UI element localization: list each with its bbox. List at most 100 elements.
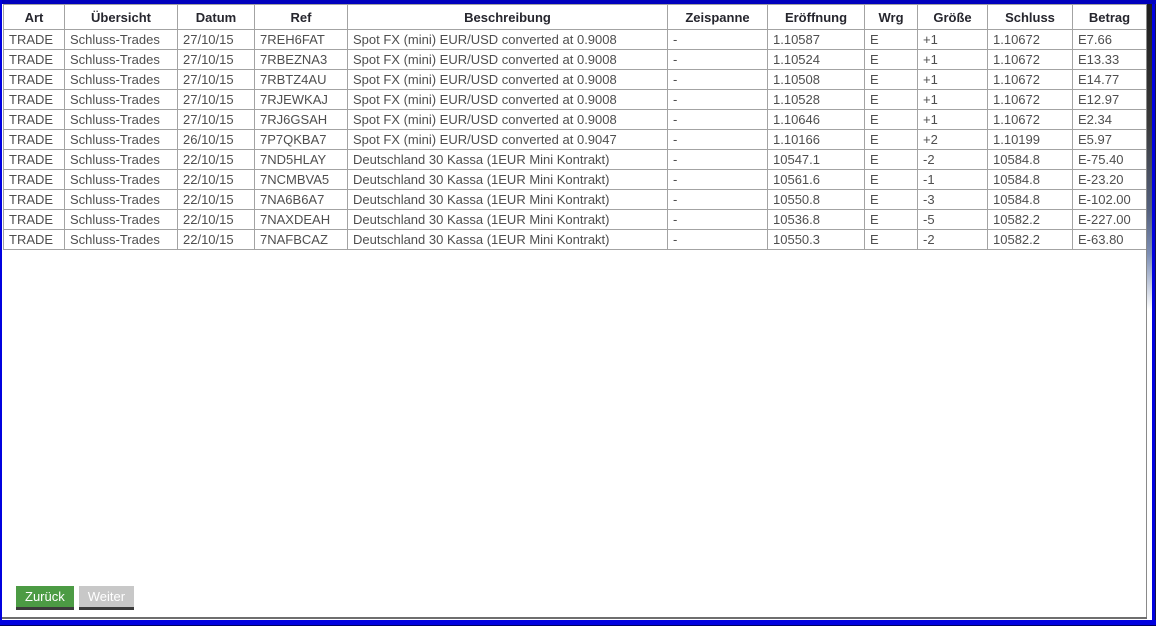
cell-zeispanne: - <box>668 110 768 130</box>
column-header-zeispanne: Zeispanne <box>668 5 768 30</box>
cell-wrg: E <box>865 30 918 50</box>
cell-beschreibung: Spot FX (mini) EUR/USD converted at 0.90… <box>348 50 668 70</box>
cell-art: TRADE <box>4 210 65 230</box>
cell-schluss: 1.10199 <box>988 130 1073 150</box>
cell-eroeffnung: 1.10587 <box>768 30 865 50</box>
table-row: TRADESchluss-Trades22/10/157ND5HLAYDeuts… <box>4 150 1147 170</box>
cell-schluss: 10582.2 <box>988 210 1073 230</box>
cell-eroeffnung: 1.10508 <box>768 70 865 90</box>
cell-betrag: E2.34 <box>1073 110 1147 130</box>
cell-eroeffnung: 1.10524 <box>768 50 865 70</box>
cell-zeispanne: - <box>668 210 768 230</box>
cell-datum: 26/10/15 <box>178 130 255 150</box>
cell-uebersicht: Schluss-Trades <box>65 70 178 90</box>
column-header-betrag: Betrag <box>1073 5 1147 30</box>
cell-wrg: E <box>865 70 918 90</box>
cell-zeispanne: - <box>668 50 768 70</box>
cell-betrag: E7.66 <box>1073 30 1147 50</box>
column-header-art: Art <box>4 5 65 30</box>
cell-uebersicht: Schluss-Trades <box>65 130 178 150</box>
cell-wrg: E <box>865 210 918 230</box>
cell-zeispanne: - <box>668 170 768 190</box>
content-bottom-border <box>2 617 1147 619</box>
column-header-groesse: Größe <box>918 5 988 30</box>
cell-uebersicht: Schluss-Trades <box>65 50 178 70</box>
table-row: TRADESchluss-Trades26/10/157P7QKBA7Spot … <box>4 130 1147 150</box>
cell-groesse: -1 <box>918 170 988 190</box>
cell-schluss: 1.10672 <box>988 110 1073 130</box>
cell-datum: 22/10/15 <box>178 170 255 190</box>
cell-zeispanne: - <box>668 130 768 150</box>
cell-schluss: 10584.8 <box>988 150 1073 170</box>
window-frame-top <box>0 0 1156 4</box>
cell-datum: 22/10/15 <box>178 210 255 230</box>
cell-datum: 22/10/15 <box>178 190 255 210</box>
cell-wrg: E <box>865 150 918 170</box>
cell-betrag: E5.97 <box>1073 130 1147 150</box>
cell-wrg: E <box>865 50 918 70</box>
next-button[interactable]: Weiter <box>79 586 134 610</box>
cell-art: TRADE <box>4 230 65 250</box>
cell-groesse: +1 <box>918 50 988 70</box>
table-row: TRADESchluss-Trades22/10/157NCMBVA5Deuts… <box>4 170 1147 190</box>
cell-zeispanne: - <box>668 70 768 90</box>
cell-ref: 7P7QKBA7 <box>255 130 348 150</box>
cell-eroeffnung: 1.10166 <box>768 130 865 150</box>
table-row: TRADESchluss-Trades27/10/157RBEZNA3Spot … <box>4 50 1147 70</box>
cell-eroeffnung: 1.10528 <box>768 90 865 110</box>
cell-ref: 7RBTZ4AU <box>255 70 348 90</box>
cell-betrag: E12.97 <box>1073 90 1147 110</box>
cell-schluss: 10584.8 <box>988 190 1073 210</box>
table-row: TRADESchluss-Trades27/10/157RJ6GSAHSpot … <box>4 110 1147 130</box>
vertical-scrollbar[interactable] <box>1146 0 1156 626</box>
cell-uebersicht: Schluss-Trades <box>65 170 178 190</box>
cell-ref: 7RBEZNA3 <box>255 50 348 70</box>
cell-ref: 7ND5HLAY <box>255 150 348 170</box>
cell-eroeffnung: 1.10646 <box>768 110 865 130</box>
cell-uebersicht: Schluss-Trades <box>65 150 178 170</box>
cell-betrag: E-227.00 <box>1073 210 1147 230</box>
back-button[interactable]: Zurück <box>16 586 74 610</box>
cell-art: TRADE <box>4 190 65 210</box>
cell-datum: 27/10/15 <box>178 90 255 110</box>
column-header-schluss: Schluss <box>988 5 1073 30</box>
cell-groesse: -5 <box>918 210 988 230</box>
cell-schluss: 10582.2 <box>988 230 1073 250</box>
cell-art: TRADE <box>4 50 65 70</box>
cell-wrg: E <box>865 130 918 150</box>
cell-datum: 27/10/15 <box>178 30 255 50</box>
column-header-ref: Ref <box>255 5 348 30</box>
cell-eroeffnung: 10536.8 <box>768 210 865 230</box>
cell-datum: 22/10/15 <box>178 150 255 170</box>
cell-zeispanne: - <box>668 230 768 250</box>
cell-art: TRADE <box>4 70 65 90</box>
cell-eroeffnung: 10550.3 <box>768 230 865 250</box>
cell-schluss: 1.10672 <box>988 90 1073 110</box>
window-frame-left <box>0 0 2 626</box>
table-row: TRADESchluss-Trades22/10/157NAFBCAZDeuts… <box>4 230 1147 250</box>
cell-betrag: E-102.00 <box>1073 190 1147 210</box>
cell-uebersicht: Schluss-Trades <box>65 90 178 110</box>
cell-wrg: E <box>865 190 918 210</box>
cell-art: TRADE <box>4 150 65 170</box>
cell-schluss: 10584.8 <box>988 170 1073 190</box>
cell-groesse: +2 <box>918 130 988 150</box>
column-header-wrg: Wrg <box>865 5 918 30</box>
cell-uebersicht: Schluss-Trades <box>65 230 178 250</box>
pagination: Zurück Weiter <box>16 586 134 610</box>
cell-uebersicht: Schluss-Trades <box>65 210 178 230</box>
cell-uebersicht: Schluss-Trades <box>65 30 178 50</box>
cell-betrag: E-23.20 <box>1073 170 1147 190</box>
cell-groesse: +1 <box>918 90 988 110</box>
cell-datum: 27/10/15 <box>178 70 255 90</box>
cell-ref: 7REH6FAT <box>255 30 348 50</box>
cell-beschreibung: Deutschland 30 Kassa (1EUR Mini Kontrakt… <box>348 190 668 210</box>
cell-beschreibung: Spot FX (mini) EUR/USD converted at 0.90… <box>348 90 668 110</box>
cell-datum: 27/10/15 <box>178 50 255 70</box>
table-body: TRADESchluss-Trades27/10/157REH6FATSpot … <box>4 30 1147 250</box>
cell-beschreibung: Deutschland 30 Kassa (1EUR Mini Kontrakt… <box>348 150 668 170</box>
cell-ref: 7NA6B6A7 <box>255 190 348 210</box>
cell-groesse: -2 <box>918 230 988 250</box>
table-row: TRADESchluss-Trades27/10/157REH6FATSpot … <box>4 30 1147 50</box>
cell-schluss: 1.10672 <box>988 70 1073 90</box>
